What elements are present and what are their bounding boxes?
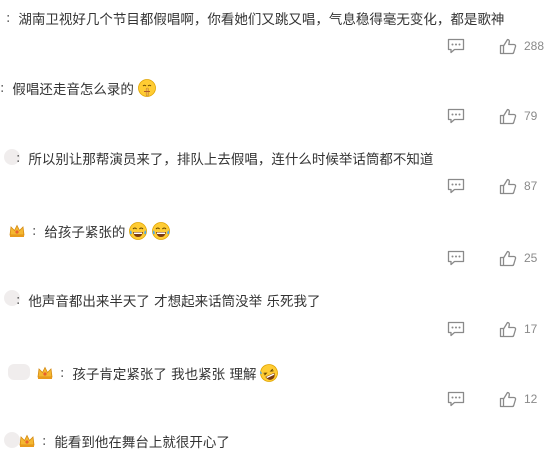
comment-actions: 17: [447, 319, 548, 339]
comment-item: : 所以别让那帮演员来了，排队上去假唱，连什么时候举话筒都不知道 87: [0, 140, 554, 210]
comment-text: 孩子肯定紧张了 我也紧张 理解: [72, 367, 257, 383]
tears-of-joy-emoji: [152, 222, 171, 240]
comment-item: : 给孩子紧张的 25: [0, 210, 554, 280]
comment-body: : 给孩子紧张的: [8, 221, 171, 241]
comment-text: 给孩子紧张的: [44, 225, 126, 241]
comment-item: : 孩子肯定紧张了 我也紧张 理解 12: [0, 350, 554, 420]
separator-colon: :: [32, 223, 37, 239]
reply-icon[interactable]: [447, 178, 465, 194]
avatar: [8, 364, 30, 380]
reply-icon[interactable]: [447, 108, 465, 124]
crown-badge-icon: [19, 434, 35, 447]
comment-body: : 假唱还走音怎么录的: [0, 78, 157, 98]
like-count: 87: [524, 179, 538, 193]
comment-text: 所以别让那帮演员来了，排队上去假唱，连什么时候举话筒都不知道: [28, 152, 434, 168]
comment-actions: 12: [447, 389, 548, 409]
comment-text: 湖南卫视好几个节目都假唱啊，你看她们又跳又唱，气息稳得毫无变化，都是歌神: [18, 12, 505, 28]
comment-body: : 能看到他在舞台上就很开心了: [18, 431, 230, 451]
like-count: 288: [524, 39, 545, 53]
comment-body: : 他声音都出来半天了 才想起来话筒没举 乐死我了: [14, 290, 321, 311]
comment-body: : 湖南卫视好几个节目都假唱啊，你看她们又跳又唱，气息稳得毫无变化，都是歌神: [0, 8, 505, 29]
thumbs-up-icon[interactable]: [499, 108, 517, 125]
reply-icon[interactable]: [447, 250, 465, 266]
thumbs-up-icon[interactable]: [499, 321, 517, 338]
comment-text: 能看到他在舞台上就很开心了: [54, 435, 230, 451]
comment-item: : 能看到他在舞台上就很开心了: [0, 420, 554, 466]
thumbs-up-icon[interactable]: [499, 178, 517, 195]
thumbs-up-icon[interactable]: [499, 38, 517, 55]
rolling-laughing-emoji: [260, 364, 279, 382]
comment-text: 他声音都出来半天了 才想起来话筒没举 乐死我了: [28, 294, 321, 310]
comment-text: 假唱还走音怎么录的: [12, 82, 134, 98]
separator-colon: :: [6, 10, 11, 26]
like-count: 17: [524, 322, 538, 336]
comment-body: : 孩子肯定紧张了 我也紧张 理解: [36, 363, 279, 383]
reply-icon[interactable]: [447, 321, 465, 337]
thumbs-up-icon[interactable]: [499, 250, 517, 267]
reply-icon[interactable]: [447, 38, 465, 54]
comment-body: : 所以别让那帮演员来了，排队上去假唱，连什么时候举话筒都不知道: [14, 148, 434, 169]
separator-colon: :: [42, 433, 47, 449]
like-count: 12: [524, 392, 538, 406]
comment-item: : 湖南卫视好几个节目都假唱啊，你看她们又跳又唱，气息稳得毫无变化，都是歌神 2…: [0, 0, 554, 70]
comment-actions: 288: [447, 36, 548, 56]
thumbs-up-icon[interactable]: [499, 391, 517, 408]
comment-item: : 假唱还走音怎么录的 79: [0, 70, 554, 140]
comment-actions: 25: [447, 248, 548, 268]
tears-of-joy-emoji: [129, 222, 148, 240]
separator-colon: :: [16, 150, 21, 166]
separator-colon: :: [0, 80, 5, 96]
comment-actions: 79: [447, 106, 548, 126]
separator-colon: :: [16, 292, 21, 308]
comment-item: : 他声音都出来半天了 才想起来话筒没举 乐死我了 17: [0, 280, 554, 350]
comment-actions: 87: [447, 176, 548, 196]
crown-badge-icon: [37, 366, 53, 379]
reply-icon[interactable]: [447, 391, 465, 407]
separator-colon: :: [60, 365, 65, 381]
like-count: 25: [524, 251, 538, 265]
shushing-face-emoji: [137, 79, 156, 97]
crown-badge-icon: [9, 224, 25, 237]
like-count: 79: [524, 109, 538, 123]
